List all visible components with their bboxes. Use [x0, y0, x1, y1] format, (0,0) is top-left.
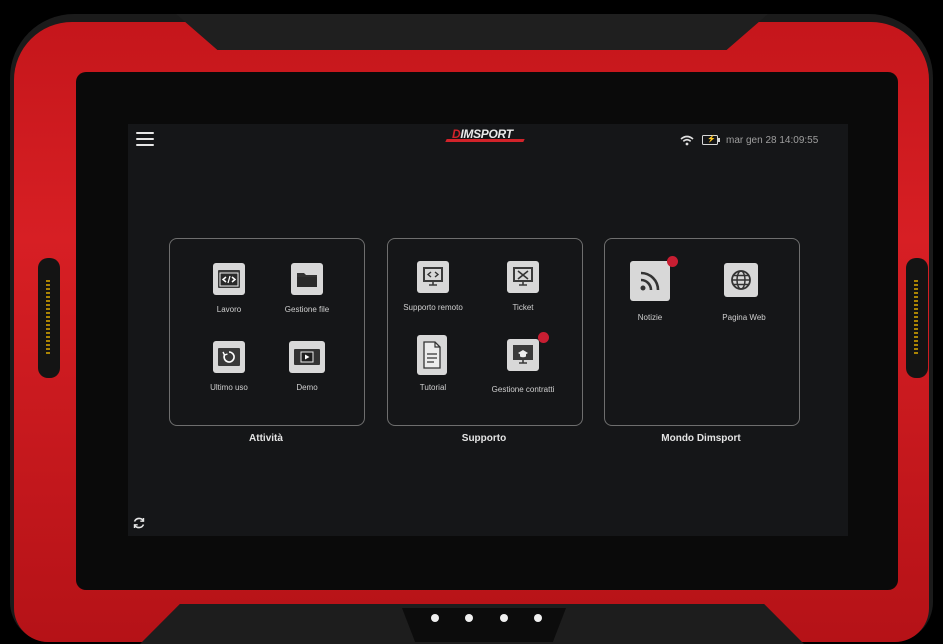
rss-icon — [630, 261, 670, 301]
notification-badge — [538, 332, 549, 343]
battery-charging-icon: ⚡ — [702, 135, 720, 145]
indicator-dot — [431, 614, 439, 622]
wifi-icon — [680, 135, 694, 145]
globe-icon — [724, 263, 758, 297]
device-bottom-notch — [402, 608, 566, 642]
tile-label: Tutorial — [419, 383, 447, 392]
refresh-icon[interactable] — [132, 516, 146, 530]
play-video-icon — [289, 341, 325, 373]
panel-attivita: Lavoro Gestione file Ultimo uso Demo — [169, 238, 365, 426]
notification-badge — [667, 256, 678, 267]
device-top-bumper — [176, 14, 768, 50]
tile-label: Supporto remoto — [403, 303, 463, 312]
folder-icon — [291, 263, 323, 295]
panel-title-attivita: Attività — [249, 433, 283, 444]
document-icon — [417, 335, 447, 375]
tile-label: Gestione contratti — [491, 385, 555, 394]
ticket-tools-icon — [507, 261, 539, 293]
hamburger-menu-icon[interactable] — [136, 132, 154, 146]
panel-title-supporto: Supporto — [461, 433, 507, 444]
right-speaker-grill — [906, 258, 928, 378]
panel-mondo-dimsport: Notizie Pagina Web — [604, 238, 800, 426]
dimsport-logo: DIMSPORT — [445, 127, 528, 151]
code-window-icon — [213, 263, 245, 295]
indicator-dot — [534, 614, 542, 622]
indicator-dot — [465, 614, 473, 622]
panel-supporto: Supporto remoto Ticket Tutorial Gestione… — [387, 238, 583, 426]
remote-desktop-icon — [417, 261, 449, 293]
history-icon — [213, 341, 245, 373]
logo-text: DIMSPORT — [452, 127, 513, 141]
status-bar: ⚡ mar gen 28 14:09:55 — [680, 133, 818, 147]
contract-monitor-icon — [507, 339, 539, 371]
indicator-dot — [500, 614, 508, 622]
panel-title-mondo-dimsport: Mondo Dimsport — [661, 433, 741, 444]
tile-label: Pagina Web — [722, 313, 766, 322]
datetime: mar gen 28 14:09:55 — [726, 134, 819, 146]
tile-label: Ultimo uso — [210, 383, 248, 392]
left-speaker-grill — [38, 258, 60, 378]
tile-label: Lavoro — [216, 305, 242, 314]
tile-label: Gestione file — [284, 305, 330, 314]
tile-label: Ticket — [512, 303, 534, 312]
tile-label: Notizie — [637, 313, 663, 322]
tile-label: Demo — [296, 383, 318, 392]
